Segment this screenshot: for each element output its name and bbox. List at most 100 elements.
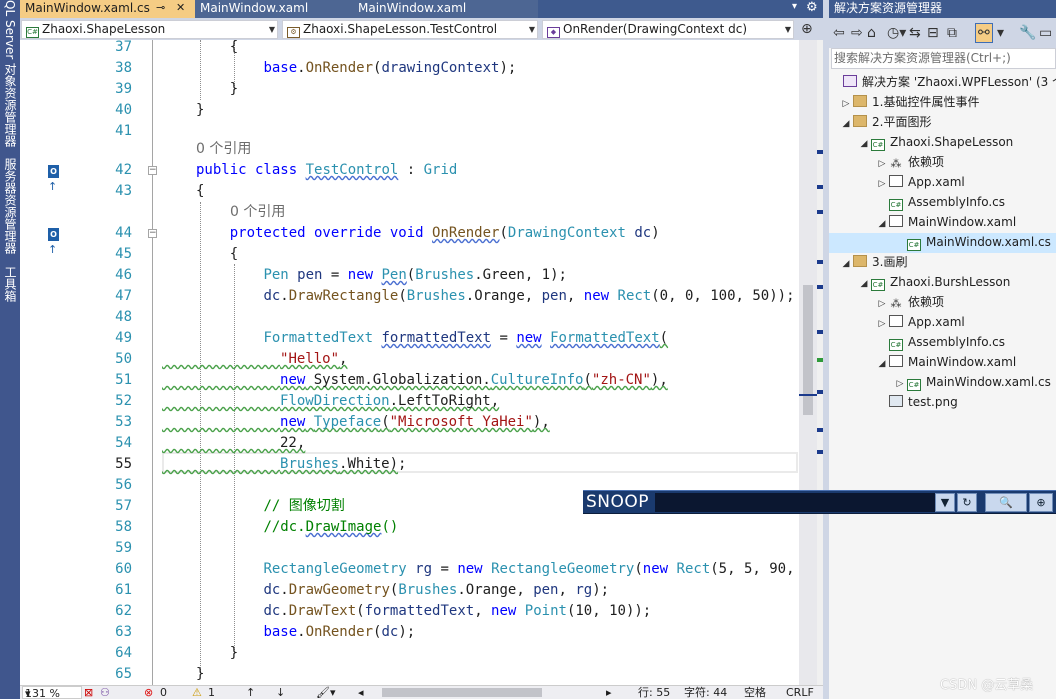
tab-mainwindow-xaml-2[interactable]: MainWindow.xaml bbox=[353, 0, 538, 18]
snoop-window-selector[interactable] bbox=[655, 493, 941, 512]
tree-item-file[interactable]: C# AssemblyInfo.cs bbox=[875, 332, 1005, 352]
tree-item-file[interactable]: ▷ C# MainWindow.xaml.cs bbox=[893, 372, 1051, 392]
expand-icon[interactable]: ▷ bbox=[875, 174, 889, 194]
folder-icon bbox=[853, 95, 867, 107]
arrow-down-icon[interactable]: ↓ bbox=[276, 686, 285, 699]
spacing-indicator[interactable]: 空格 bbox=[744, 686, 766, 699]
server-explorer-tab[interactable]: 服务器资源管理器 bbox=[2, 158, 18, 254]
eol-indicator[interactable]: CRLF bbox=[786, 686, 814, 699]
code-line: } bbox=[196, 81, 239, 97]
tree-item-folder[interactable]: ▷ 1.基础控件属性事件 bbox=[839, 92, 979, 112]
pending-changes-filter-icon[interactable]: ⚯ bbox=[975, 23, 993, 43]
tree-item-file[interactable]: C# AssemblyInfo.cs bbox=[875, 192, 1005, 212]
document-tab-bar: MainWindow.xaml.cs ⊸ ✕ MainWindow.xaml M… bbox=[20, 0, 823, 18]
expand-icon[interactable]: ▷ bbox=[875, 294, 889, 314]
collapse-icon[interactable]: − bbox=[148, 229, 157, 238]
inheritance-glyph-icon[interactable]: O↑ bbox=[48, 163, 68, 193]
error-icon[interactable]: ⊗ bbox=[144, 686, 153, 699]
indicator-margin bbox=[20, 40, 72, 685]
history-icon[interactable]: ◷▾ bbox=[887, 23, 906, 43]
toolbox-tab[interactable]: 工具箱 bbox=[2, 266, 18, 302]
magnify-icon[interactable]: 🔍 bbox=[985, 493, 1027, 512]
project-dropdown[interactable]: C# Zhaoxi.ShapeLesson ▼ bbox=[21, 20, 278, 39]
codelens-references[interactable]: 0 个引用 bbox=[230, 202, 285, 223]
refresh-icon[interactable]: ↻ bbox=[957, 493, 977, 512]
collapse-all-icon[interactable]: ⊟ bbox=[927, 23, 939, 43]
tree-item-file[interactable]: test.png bbox=[875, 392, 958, 412]
brush-icon[interactable]: 🖌▾ bbox=[316, 686, 336, 699]
snoop-toolbar[interactable]: SNOOP ▼ ↻ 🔍 ⊕ bbox=[583, 490, 1056, 514]
git-icon[interactable]: ⊠ bbox=[84, 686, 93, 699]
gear-icon[interactable]: ⚙ bbox=[806, 0, 818, 15]
horizontal-scrollbar-thumb[interactable] bbox=[382, 688, 542, 697]
line-number: 43 bbox=[115, 183, 132, 199]
override-glyph-icon[interactable]: O↑ bbox=[48, 226, 68, 256]
solution-search-input[interactable]: 搜索解决方案资源管理器(Ctrl+;) bbox=[831, 48, 1056, 69]
preview-icon[interactable]: ▭ bbox=[1039, 23, 1052, 43]
scroll-left-icon[interactable]: ◂ bbox=[358, 686, 364, 699]
editor-status-bar: 131 % ▾ ⊠ ⚇ ⊗ 0 ⚠ 1 ↑ ↓ 🖌▾ ◂ ▸ 行: 55 字符:… bbox=[20, 685, 823, 700]
tab-label: MainWindow.xaml bbox=[358, 1, 467, 15]
line-number: 44 bbox=[115, 225, 132, 241]
method-icon: ◆ bbox=[547, 27, 560, 38]
collapse-icon[interactable]: − bbox=[148, 166, 157, 175]
back-icon[interactable]: ⇦ bbox=[833, 23, 845, 43]
line-number: 51 bbox=[115, 372, 132, 388]
tree-item-dependencies[interactable]: ▷ ⁂ 依赖项 bbox=[875, 152, 944, 172]
collapse-icon[interactable]: ◢ bbox=[839, 114, 853, 134]
expand-icon[interactable]: ▷ bbox=[875, 154, 889, 174]
editor-vertical-scrollbar[interactable] bbox=[799, 40, 817, 685]
tree-item-solution[interactable]: 解决方案 'Zhaoxi.WPFLesson' (3 个 bbox=[829, 72, 1056, 92]
line-indicator: 行: 55 bbox=[638, 686, 671, 699]
expand-icon[interactable]: ▷ bbox=[839, 94, 853, 114]
collapse-icon[interactable]: ◢ bbox=[857, 134, 871, 154]
code-line: base.OnRender(dc); bbox=[263, 624, 416, 640]
tree-item-file-selected[interactable]: C# MainWindow.xaml.cs bbox=[893, 232, 1051, 252]
collapse-icon[interactable]: ◢ bbox=[875, 214, 889, 234]
close-icon[interactable]: ✕ bbox=[176, 0, 185, 16]
wrench-icon[interactable]: 🔧 bbox=[1019, 23, 1036, 43]
scroll-right-icon[interactable]: ▸ bbox=[606, 686, 612, 699]
code-line: Pen pen = new Pen(Brushes.Green, 1); bbox=[263, 267, 567, 283]
show-all-files-icon[interactable]: ⧉ bbox=[947, 23, 957, 43]
copilot-icon[interactable]: ⚇ bbox=[100, 686, 110, 699]
csharp-file-icon: C# bbox=[907, 379, 921, 391]
tab-mainwindow-xaml-cs[interactable]: MainWindow.xaml.cs ⊸ ✕ bbox=[20, 0, 195, 18]
collapse-icon[interactable]: ◢ bbox=[839, 254, 853, 274]
split-window-icon[interactable]: ⊕ bbox=[801, 21, 813, 37]
member-dropdown[interactable]: ◆ OnRender(DrawingContext dc) ▼ bbox=[542, 20, 794, 39]
expand-icon[interactable]: ▷ bbox=[875, 314, 889, 334]
code-editor[interactable]: 37 38 39 40 41 42 43 44 45 46 47 48 49 5… bbox=[20, 40, 799, 685]
tree-item-project[interactable]: ◢ C# Zhaoxi.BurshLesson bbox=[857, 272, 1010, 292]
type-dropdown[interactable]: ⚙ Zhaoxi.ShapeLesson.TestControl ▼ bbox=[282, 20, 538, 39]
crosshair-icon[interactable]: ⊕ bbox=[1029, 493, 1053, 512]
tree-item-folder[interactable]: ◢ 3.画刷 bbox=[839, 252, 907, 272]
line-number: 65 bbox=[115, 666, 132, 682]
collapse-icon[interactable]: ◢ bbox=[875, 354, 889, 374]
code-line: { bbox=[196, 246, 239, 262]
tree-item-project[interactable]: ◢ C# Zhaoxi.ShapeLesson bbox=[857, 132, 1013, 152]
tree-item-file[interactable]: ◢ MainWindow.xaml bbox=[875, 352, 1016, 372]
code-line: { bbox=[196, 183, 205, 199]
zoom-dropdown[interactable]: 131 % ▾ bbox=[22, 686, 82, 700]
warning-icon[interactable]: ⚠ bbox=[192, 686, 202, 699]
pin-icon[interactable]: ⊸ bbox=[156, 0, 165, 16]
tree-item-file[interactable]: ▷ App.xaml bbox=[875, 172, 965, 192]
forward-icon[interactable]: ⇨ bbox=[851, 23, 863, 43]
tree-item-file[interactable]: ◢ MainWindow.xaml bbox=[875, 212, 1016, 232]
collapse-icon[interactable]: ◢ bbox=[857, 274, 871, 294]
tab-list-dropdown-icon[interactable]: ▾ bbox=[792, 1, 797, 12]
expand-icon[interactable]: ▷ bbox=[893, 374, 907, 394]
sync-icon[interactable]: ⇆ bbox=[909, 23, 921, 43]
codelens-references[interactable]: 0 个引用 bbox=[196, 139, 251, 160]
home-icon[interactable]: ⌂ bbox=[867, 23, 876, 43]
tree-item-file[interactable]: ▷ App.xaml bbox=[875, 312, 965, 332]
arrow-up-icon[interactable]: ↑ bbox=[246, 686, 255, 699]
snoop-label: SNOOP bbox=[586, 492, 650, 512]
tree-item-dependencies[interactable]: ▷ ⁂ 依赖项 bbox=[875, 292, 944, 312]
chevron-down-icon[interactable]: ▼ bbox=[935, 493, 955, 512]
sql-server-explorer-tab[interactable]: QL Server 对象资源管理器 bbox=[2, 0, 18, 147]
tree-item-folder[interactable]: ◢ 2.平面图形 bbox=[839, 112, 931, 132]
tab-mainwindow-xaml-1[interactable]: MainWindow.xaml bbox=[195, 0, 353, 18]
dropdown-icon[interactable]: ▾ bbox=[997, 23, 1004, 43]
